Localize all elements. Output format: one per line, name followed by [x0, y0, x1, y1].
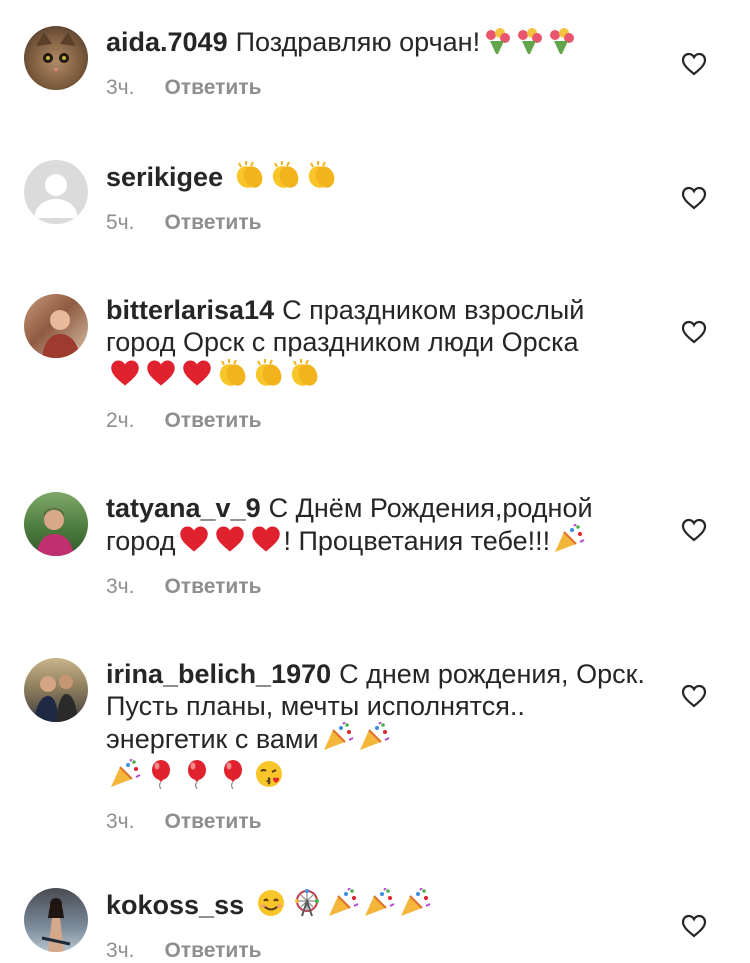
- reply-button[interactable]: Ответить: [164, 810, 261, 833]
- avatar[interactable]: [24, 160, 88, 224]
- person-photo-icon: [42, 310, 80, 358]
- comment-meta: 5ч. Ответить: [106, 211, 651, 235]
- person-photo-icon: [36, 508, 74, 556]
- comment-body-tail: ! Процветания тебе!!!: [283, 526, 551, 556]
- clap-icon: [305, 160, 339, 197]
- comment-text: bitterlarisa14 С праздником взрослый горо…: [106, 294, 651, 395]
- party-popper-icon: [321, 721, 355, 759]
- comment-meta: 2ч. Ответить: [106, 409, 651, 433]
- default-profile-icon: [34, 174, 78, 218]
- like-heart-icon[interactable]: [681, 320, 707, 344]
- clap-icon: [252, 358, 286, 395]
- clap-icon: [216, 358, 250, 395]
- tulip-bouquet-icon: [546, 27, 576, 62]
- like-heart-icon[interactable]: [681, 186, 707, 210]
- avatar[interactable]: [24, 888, 88, 952]
- kiss-face-icon: [252, 759, 286, 796]
- like-heart-icon[interactable]: [681, 914, 707, 938]
- username[interactable]: tatyana_v_9: [106, 493, 261, 523]
- party-popper-icon: [362, 887, 396, 925]
- reply-button[interactable]: Ответить: [164, 575, 261, 598]
- heart-icon: [144, 358, 178, 395]
- heart-icon: [213, 524, 247, 561]
- clap-icon: [233, 160, 267, 197]
- tulip-bouquet-icon: [482, 27, 512, 62]
- avatar[interactable]: [24, 294, 88, 358]
- comment-meta: 3ч. Ответить: [106, 810, 651, 834]
- comment-meta: 3ч. Ответить: [106, 575, 651, 599]
- reply-button[interactable]: Ответить: [164, 211, 261, 234]
- username[interactable]: aida.7049: [106, 27, 228, 57]
- party-popper-icon: [326, 887, 360, 925]
- comment-text: serikigee: [106, 160, 651, 197]
- couple-photo-icon: [34, 675, 78, 722]
- reply-button[interactable]: Ответить: [164, 409, 261, 432]
- balloon-icon: [180, 759, 214, 796]
- tulip-bouquet-icon: [514, 27, 544, 62]
- ferris-wheel-icon: [290, 888, 324, 925]
- heart-icon: [108, 358, 142, 395]
- avatar[interactable]: [24, 492, 88, 556]
- heart-icon: [249, 524, 283, 561]
- comment-text: kokoss_ss: [106, 887, 651, 925]
- smile-icon: [254, 888, 288, 925]
- like-heart-icon[interactable]: [681, 518, 707, 542]
- timestamp: 2ч.: [106, 409, 135, 432]
- username[interactable]: kokoss_ss: [106, 890, 244, 920]
- timestamp: 5ч.: [106, 211, 135, 234]
- avatar[interactable]: [24, 26, 88, 90]
- party-popper-icon: [398, 887, 432, 925]
- balloon-icon: [216, 759, 250, 796]
- timestamp: 3ч.: [106, 76, 135, 99]
- username[interactable]: serikigee: [106, 162, 223, 192]
- comment-text: tatyana_v_9 С Днём Рождения,родной город!…: [106, 492, 651, 561]
- comment-body: Поздравляю орчан!: [235, 27, 481, 57]
- person-photo-icon: [41, 898, 71, 952]
- like-heart-icon[interactable]: [681, 684, 707, 708]
- comment-meta: 3ч. Ответить: [106, 939, 651, 963]
- reply-button[interactable]: Ответить: [164, 76, 261, 99]
- like-heart-icon[interactable]: [681, 52, 707, 76]
- avatar[interactable]: [24, 658, 88, 722]
- comment-meta: 3ч. Ответить: [106, 76, 651, 100]
- party-popper-icon: [357, 721, 391, 759]
- cat-icon: [36, 32, 76, 72]
- heart-icon: [177, 524, 211, 561]
- heart-icon: [180, 358, 214, 395]
- timestamp: 3ч.: [106, 575, 135, 598]
- timestamp: 3ч.: [106, 810, 135, 833]
- username[interactable]: irina_belich_1970: [106, 659, 331, 689]
- party-popper-icon: [552, 523, 586, 561]
- party-popper-icon: [108, 758, 142, 796]
- clap-icon: [269, 160, 303, 197]
- clap-icon: [288, 358, 322, 395]
- username[interactable]: bitterlarisa14: [106, 295, 274, 325]
- comment-text: aida.7049 Поздравляю орчан!: [106, 26, 651, 62]
- comment-text: irina_belich_1970 С днем рождения, Орск. …: [106, 658, 651, 796]
- balloon-icon: [144, 759, 178, 796]
